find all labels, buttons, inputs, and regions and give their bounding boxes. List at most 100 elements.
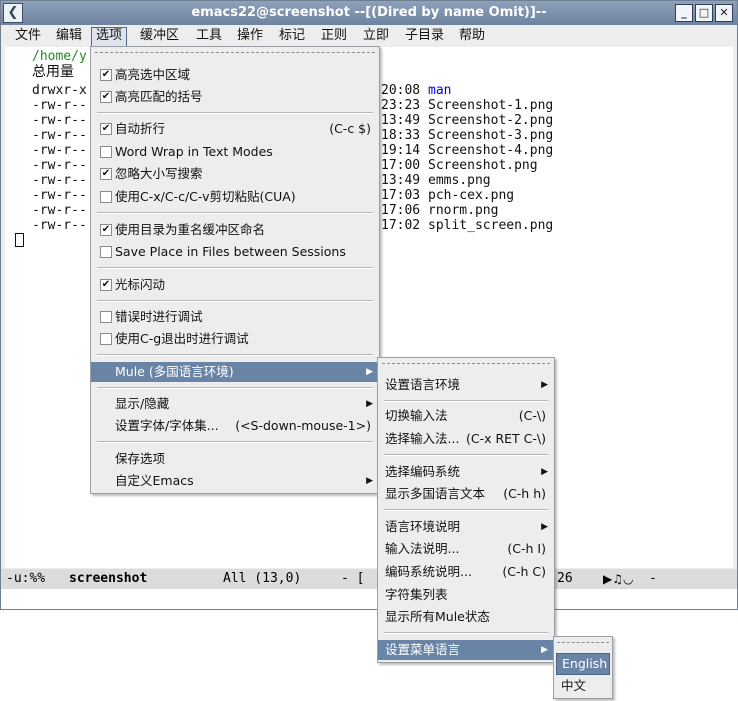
file-time: 18:33 xyxy=(381,128,421,143)
menu-item-customize-emacs[interactable]: 自定义Emacs ▶ xyxy=(91,471,379,491)
maximize-icon[interactable]: □ xyxy=(695,4,713,22)
menu-item-describe-coding-system[interactable]: 编码系统说明... (C-h C) xyxy=(378,562,554,582)
menu-subdir[interactable]: 子目录 xyxy=(401,27,448,45)
file-permissions: -rw-r-- xyxy=(32,143,87,158)
menu-item-label: 选择输入法... xyxy=(385,431,460,446)
menu-item-describe-input-method[interactable]: 输入法说明... (C-h I) xyxy=(378,539,554,559)
title-bar[interactable]: ❮ emacs22@screenshot --[(Dired by name O… xyxy=(1,1,737,25)
menu-item-label: 显示/隐藏 xyxy=(115,396,170,411)
menu-separator xyxy=(384,454,548,456)
minibuffer[interactable] xyxy=(1,589,737,609)
menu-item-set-language-environment[interactable]: 设置语言环境 ▶ xyxy=(378,375,554,395)
menu-item-label: Word Wrap in Text Modes xyxy=(115,144,273,159)
menu-item-label: Save Place in Files between Sessions xyxy=(115,244,346,259)
menu-item-show-hide[interactable]: 显示/隐藏 ▶ xyxy=(91,394,379,414)
menu-item-label: 语言环境说明 xyxy=(385,519,461,534)
menu-item-blink-cursor[interactable]: ✔ 光标闪动 xyxy=(91,275,379,295)
file-name[interactable]: Screenshot.png xyxy=(428,158,538,173)
file-name[interactable]: Screenshot-2.png xyxy=(428,113,553,128)
menu-item-chinese[interactable]: 中文 xyxy=(554,676,612,696)
close-icon[interactable]: ✕ xyxy=(715,4,733,22)
menu-item-label: English xyxy=(562,656,608,671)
file-name-directory[interactable]: man xyxy=(428,83,451,98)
menu-item-case-fold-search[interactable]: ✔ 忽略大小写搜索 xyxy=(91,164,379,184)
tear-off-line[interactable] xyxy=(95,52,375,53)
menu-separator xyxy=(97,441,373,443)
file-name[interactable]: pch-cex.png xyxy=(428,188,514,203)
mule-submenu: 设置语言环境 ▶ 切换输入法 (C-\) 选择输入法... (C-x RET C… xyxy=(377,357,555,663)
menu-item-debug-on-quit[interactable]: 使用C-g退出时进行调试 xyxy=(91,329,379,349)
checkbox-unchecked-icon xyxy=(100,191,112,203)
menu-item-highlight-region[interactable]: ✔ 高亮选中区域 xyxy=(91,65,379,85)
file-name[interactable]: rnorm.png xyxy=(428,203,498,218)
menu-item-set-font[interactable]: 设置字体/字体集... (<S-down-mouse-1>) xyxy=(91,416,379,436)
file-time: 17:06 xyxy=(381,203,421,218)
menu-item-shortcut: (C-\) xyxy=(518,408,546,423)
menu-item-uniquify[interactable]: ✔ 使用目录为重名缓冲区命名 xyxy=(91,220,379,240)
file-name[interactable]: Screenshot-4.png xyxy=(428,143,553,158)
menu-item-shortcut: (<S-down-mouse-1>) xyxy=(235,418,371,433)
minimize-icon[interactable]: _ xyxy=(675,4,693,22)
menu-item-label: 设置语言环境 xyxy=(385,377,461,392)
menu-item-label: Mule (多国语言环境) xyxy=(115,364,234,379)
modeline-status: -u:%% xyxy=(6,571,46,586)
modeline-position: All (13,0) xyxy=(223,571,302,586)
menu-item-save-place[interactable]: Save Place in Files between Sessions xyxy=(91,242,379,262)
menu-file[interactable]: 文件 xyxy=(11,27,45,45)
menu-item-describe-language-environment[interactable]: 语言环境说明 ▶ xyxy=(378,517,554,537)
menu-separator xyxy=(97,300,373,302)
menu-item-mule[interactable]: Mule (多国语言环境) ▶ xyxy=(91,362,379,382)
checkbox-checked-icon: ✔ xyxy=(100,279,112,291)
file-permissions: -rw-r-- xyxy=(32,188,87,203)
menu-item-label: 中文 xyxy=(561,678,587,693)
menu-edit[interactable]: 编辑 xyxy=(52,27,86,45)
menu-item-english[interactable]: English xyxy=(556,653,610,675)
menu-buffers[interactable]: 缓冲区 xyxy=(136,27,183,45)
menu-separator xyxy=(97,387,373,389)
menu-item-set-menu-language[interactable]: 设置菜单语言 ▶ xyxy=(378,640,554,660)
file-name[interactable]: split_screen.png xyxy=(428,218,553,233)
file-time: 23:23 xyxy=(381,98,421,113)
menu-mark[interactable]: 标记 xyxy=(275,27,309,45)
menu-item-label: 选择编码系统 xyxy=(385,464,461,479)
menu-options[interactable]: 选项 xyxy=(91,27,128,47)
menu-item-select-input-method[interactable]: 选择输入法... (C-x RET C-\) xyxy=(378,429,554,449)
text-cursor xyxy=(15,233,24,247)
menu-help[interactable]: 帮助 xyxy=(455,27,489,45)
menu-item-set-coding-system[interactable]: 选择编码系统 ▶ xyxy=(378,462,554,482)
menu-item-toggle-input-method[interactable]: 切换输入法 (C-\) xyxy=(378,406,554,426)
menu-item-save-options[interactable]: 保存选项 xyxy=(91,449,379,469)
modeline-buffer-name[interactable]: screenshot xyxy=(69,569,147,589)
menu-item-word-wrap[interactable]: Word Wrap in Text Modes xyxy=(91,142,379,162)
file-name[interactable]: Screenshot-1.png xyxy=(428,98,553,113)
checkbox-unchecked-icon xyxy=(100,146,112,158)
tear-off-line[interactable] xyxy=(557,642,609,643)
menu-language-submenu: English 中文 xyxy=(553,636,613,699)
menu-item-auto-fill[interactable]: ✔ 自动折行 (C-c $) xyxy=(91,119,379,139)
menu-item-highlight-paren[interactable]: ✔ 高亮匹配的括号 xyxy=(91,87,379,107)
menu-bar: 文件 编辑 选项 缓冲区 工具 操作 标记 正则 立即 子目录 帮助 xyxy=(1,25,737,47)
file-name[interactable]: emms.png xyxy=(428,173,491,188)
file-time: 17:00 xyxy=(381,158,421,173)
tear-off-line[interactable] xyxy=(382,363,550,364)
menu-item-mule-diag[interactable]: 显示所有Mule状态 xyxy=(378,607,554,627)
directory-path: /home/y xyxy=(32,49,87,64)
menu-immediate[interactable]: 立即 xyxy=(359,27,393,45)
options-menu: ✔ 高亮选中区域 ✔ 高亮匹配的括号 ✔ 自动折行 (C-c $) Word W… xyxy=(90,46,380,494)
menu-item-label: 保存选项 xyxy=(115,451,166,466)
checkbox-unchecked-icon xyxy=(100,333,112,345)
menu-item-list-character-sets[interactable]: 字符集列表 xyxy=(378,585,554,605)
menu-separator xyxy=(97,112,373,114)
submenu-arrow-icon: ▶ xyxy=(366,476,373,486)
menu-regexp[interactable]: 正则 xyxy=(317,27,351,45)
menu-item-cua-mode[interactable]: 使用C-x/C-c/C-v剪切粘贴(CUA) xyxy=(91,187,379,207)
file-name[interactable]: Screenshot-3.png xyxy=(428,128,553,143)
file-time: 19:14 xyxy=(381,143,421,158)
submenu-arrow-icon: ▶ xyxy=(366,367,373,377)
modeline-mule-icon[interactable]: ▶♫◡ xyxy=(603,569,633,589)
menu-tools[interactable]: 工具 xyxy=(192,27,226,45)
menu-item-label: 输入法说明... xyxy=(385,541,460,556)
menu-item-debug-on-error[interactable]: 错误时进行调试 xyxy=(91,307,379,327)
menu-operate[interactable]: 操作 xyxy=(233,27,267,45)
menu-item-view-hello[interactable]: 显示多国语言文本 (C-h h) xyxy=(378,484,554,504)
